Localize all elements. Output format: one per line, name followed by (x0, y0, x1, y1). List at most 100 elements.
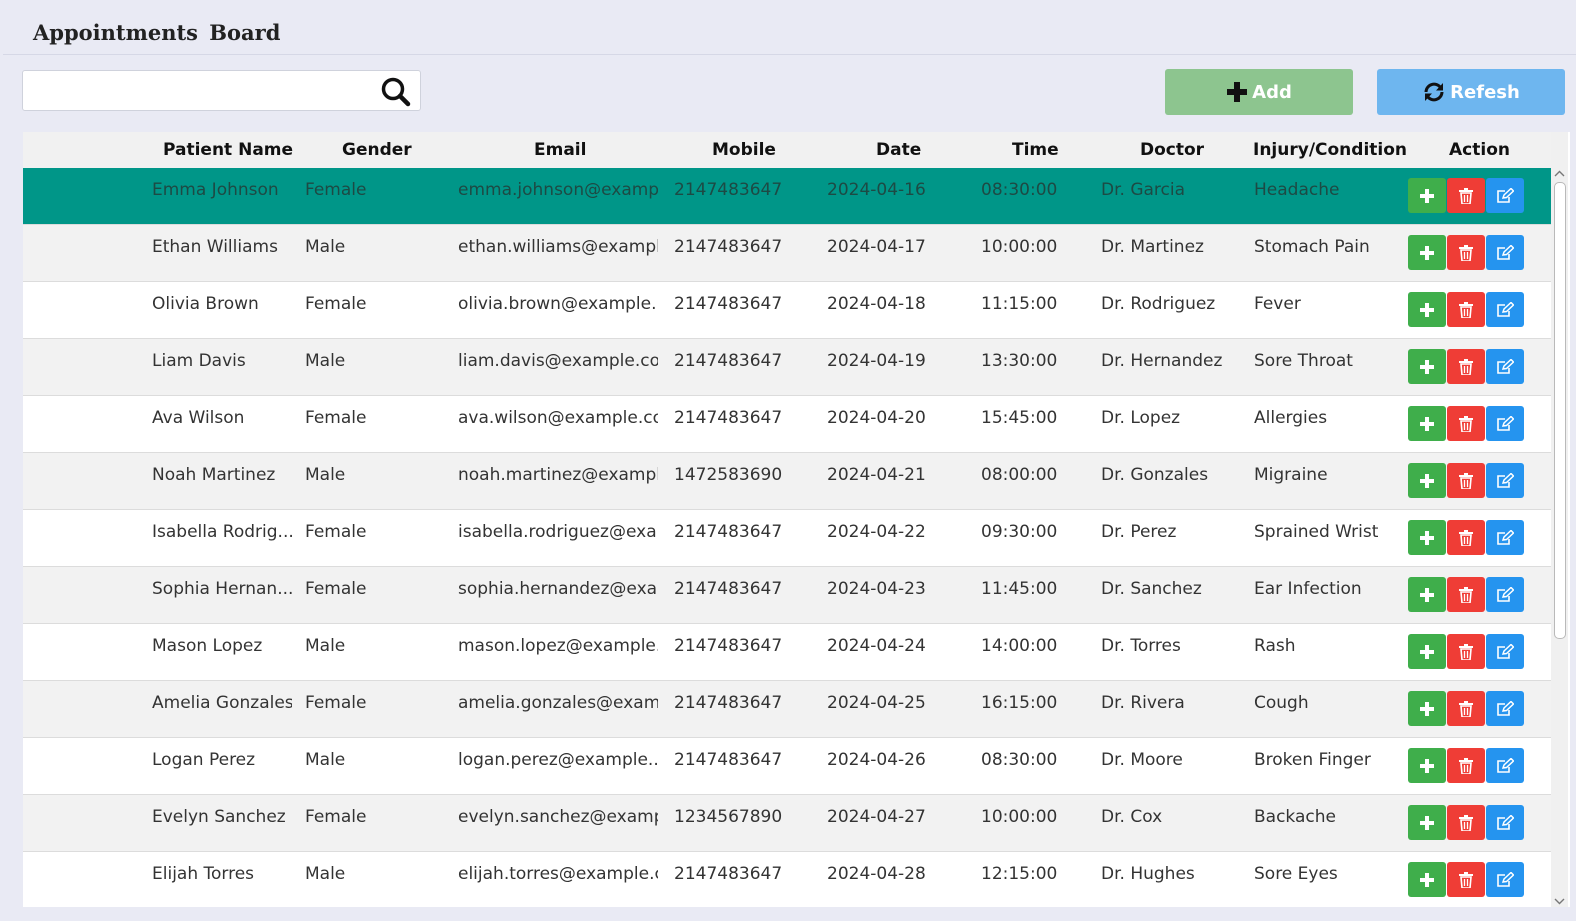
scrollbar-thumb[interactable] (1554, 182, 1566, 639)
search-box[interactable] (22, 70, 421, 111)
table-header: Patient Name Gender Email Mobile Date Ti… (23, 132, 1551, 169)
cell-gender: Male (305, 864, 346, 884)
table-row[interactable]: Elijah Torres Male elijah.torres@example.c… (23, 852, 1551, 907)
column-header-date[interactable]: Date (876, 140, 921, 160)
cell-doctor: Dr. Rivera (1101, 693, 1185, 713)
row-add-button[interactable] (1408, 463, 1446, 498)
row-edit-button[interactable] (1486, 463, 1524, 498)
cell-doctor: Dr. Garcia (1101, 180, 1186, 200)
row-delete-button[interactable] (1447, 634, 1485, 669)
table-row[interactable]: Ava Wilson Female ava.wilson@example.co...… (23, 396, 1551, 453)
row-edit-button[interactable] (1486, 520, 1524, 555)
row-edit-button[interactable] (1486, 406, 1524, 441)
row-add-button[interactable] (1408, 520, 1446, 555)
row-add-button[interactable] (1408, 235, 1446, 270)
cell-gender: Female (305, 408, 367, 428)
plus-icon (1420, 245, 1434, 260)
column-header-gender[interactable]: Gender (342, 140, 412, 160)
row-delete-button[interactable] (1447, 805, 1485, 840)
row-actions (1408, 349, 1528, 385)
table-row[interactable]: Isabella Rodrig... Female isabella.rodrigu… (23, 510, 1551, 567)
row-delete-button[interactable] (1447, 178, 1485, 213)
cell-time: 10:00:00 (981, 807, 1058, 827)
row-delete-button[interactable] (1447, 463, 1485, 498)
refresh-button[interactable]: Refesh (1377, 69, 1565, 115)
table-row[interactable]: Mason Lopez Male mason.lopez@example.... 21… (23, 624, 1551, 681)
cell-injury-condition: Rash (1254, 636, 1296, 656)
cell-patient-name: Sophia Hernan... (152, 579, 292, 599)
trash-icon (1459, 358, 1473, 375)
cell-email: mason.lopez@example.... (458, 636, 658, 656)
row-edit-button[interactable] (1486, 634, 1524, 669)
cell-time: 12:15:00 (981, 864, 1058, 884)
row-add-button[interactable] (1408, 862, 1446, 897)
cell-email: liam.davis@example.com (458, 351, 658, 371)
scroll-down-arrow-icon[interactable] (1551, 893, 1568, 907)
column-header-patient-name[interactable]: Patient Name (163, 140, 293, 160)
cell-time: 11:45:00 (981, 579, 1058, 599)
cell-email: ethan.williams@exampl... (458, 237, 658, 257)
search-icon[interactable] (380, 76, 412, 108)
row-edit-button[interactable] (1486, 292, 1524, 327)
cell-date: 2024-04-18 (827, 294, 926, 314)
search-input[interactable] (29, 77, 373, 107)
row-edit-button[interactable] (1486, 178, 1524, 213)
table-row[interactable]: Amelia Gonzales Female amelia.gonzales@exa… (23, 681, 1551, 738)
vertical-scrollbar[interactable] (1551, 132, 1568, 907)
cell-mobile: 2147483647 (674, 180, 783, 200)
row-add-button[interactable] (1408, 406, 1446, 441)
table-row[interactable]: Ethan Williams Male ethan.williams@exampl.… (23, 225, 1551, 282)
row-add-button[interactable] (1408, 691, 1446, 726)
row-actions (1408, 577, 1528, 613)
row-add-button[interactable] (1408, 178, 1446, 213)
cell-injury-condition: Fever (1254, 294, 1301, 314)
row-delete-button[interactable] (1447, 406, 1485, 441)
row-delete-button[interactable] (1447, 520, 1485, 555)
column-header-time[interactable]: Time (1012, 140, 1059, 160)
table-row[interactable]: Logan Perez Male logan.perez@example.... 21… (23, 738, 1551, 795)
row-edit-button[interactable] (1486, 691, 1524, 726)
column-header-email[interactable]: Email (534, 140, 586, 160)
row-add-button[interactable] (1408, 634, 1446, 669)
row-delete-button[interactable] (1447, 577, 1485, 612)
cell-injury-condition: Cough (1254, 693, 1309, 713)
plus-icon (1420, 416, 1434, 431)
row-delete-button[interactable] (1447, 862, 1485, 897)
trash-icon (1459, 472, 1473, 489)
row-add-button[interactable] (1408, 748, 1446, 783)
row-add-button[interactable] (1408, 805, 1446, 840)
table-row[interactable]: Sophia Hernan... Female sophia.hernandez@e… (23, 567, 1551, 624)
table-row[interactable]: Evelyn Sanchez Female evelyn.sanchez@examp… (23, 795, 1551, 852)
row-delete-button[interactable] (1447, 691, 1485, 726)
column-header-injury-condition[interactable]: Injury/Condition (1253, 140, 1407, 160)
column-header-mobile[interactable]: Mobile (712, 140, 776, 160)
cell-injury-condition: Ear Infection (1254, 579, 1362, 599)
row-delete-button[interactable] (1447, 349, 1485, 384)
row-add-button[interactable] (1408, 349, 1446, 384)
cell-email: olivia.brown@example.... (458, 294, 658, 314)
row-edit-button[interactable] (1486, 805, 1524, 840)
table-row[interactable]: Noah Martinez Male noah.martinez@exampl...… (23, 453, 1551, 510)
row-edit-button[interactable] (1486, 349, 1524, 384)
row-edit-button[interactable] (1486, 862, 1524, 897)
add-button[interactable]: Add (1165, 69, 1353, 115)
table-row[interactable]: Liam Davis Male liam.davis@example.com 2147… (23, 339, 1551, 396)
cell-time: 08:30:00 (981, 180, 1058, 200)
row-actions (1408, 691, 1528, 727)
add-button-label: Add (1252, 81, 1292, 103)
row-add-button[interactable] (1408, 292, 1446, 327)
row-edit-button[interactable] (1486, 748, 1524, 783)
table-row[interactable]: Olivia Brown Female olivia.brown@example..… (23, 282, 1551, 339)
row-add-button[interactable] (1408, 577, 1446, 612)
row-edit-button[interactable] (1486, 235, 1524, 270)
column-header-doctor[interactable]: Doctor (1140, 140, 1204, 160)
cell-doctor: Dr. Rodriguez (1101, 294, 1216, 314)
row-delete-button[interactable] (1447, 292, 1485, 327)
plus-icon (1420, 758, 1434, 773)
scroll-up-arrow-icon[interactable] (1551, 166, 1568, 180)
row-edit-button[interactable] (1486, 577, 1524, 612)
row-delete-button[interactable] (1447, 748, 1485, 783)
table-row[interactable]: Emma Johnson Female emma.johnson@examp... 2… (23, 168, 1551, 225)
row-delete-button[interactable] (1447, 235, 1485, 270)
cell-mobile: 2147483647 (674, 579, 783, 599)
